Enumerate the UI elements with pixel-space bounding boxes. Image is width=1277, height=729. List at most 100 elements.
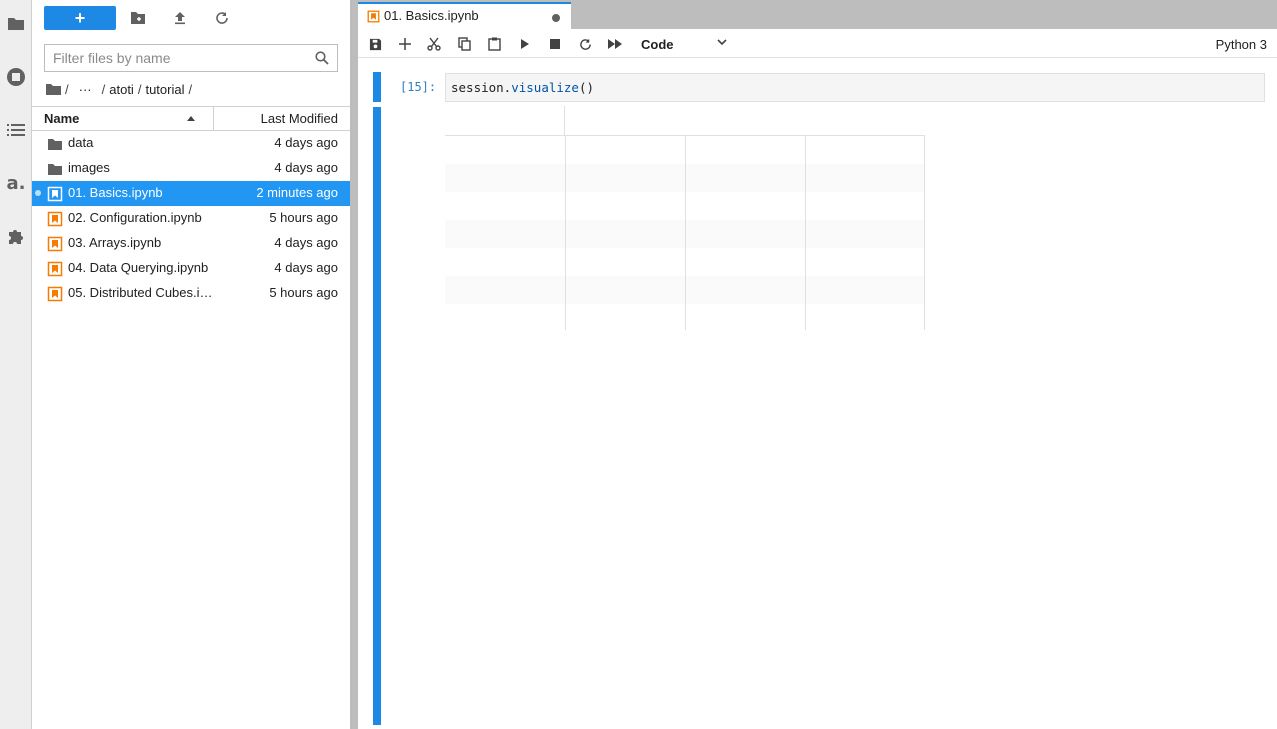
filter-files-field[interactable]: [44, 44, 338, 72]
breadcrumb-separator: /: [101, 81, 106, 97]
input-prompt: [15]:: [400, 80, 437, 94]
running-indicator-icon: [35, 190, 41, 196]
file-name: data: [68, 135, 94, 150]
code-function: visualize: [511, 80, 579, 95]
extension-puzzle-icon: [9, 230, 23, 244]
unsaved-changes-icon[interactable]: [552, 14, 560, 22]
code-args: (): [578, 80, 595, 95]
cut-button[interactable]: [424, 34, 444, 54]
breadcrumb-tutorial[interactable]: tutorial: [145, 82, 184, 97]
file-name: 04. Data Querying.ipynb: [68, 260, 209, 275]
running-sessions-tab[interactable]: [0, 61, 32, 93]
file-browser-panel: + / ··· / atoti / tutorial /: [32, 0, 350, 729]
code-cell-input[interactable]: session.visualize(): [445, 73, 1265, 102]
cell-type-value: Code: [641, 36, 674, 52]
filter-files-input[interactable]: [53, 50, 313, 66]
save-button[interactable]: [365, 34, 385, 54]
file-modified: 4 days ago: [274, 235, 338, 250]
file-list-header: Name Last Modified: [32, 106, 350, 131]
restart-kernel-button[interactable]: [575, 34, 595, 54]
file-name: 05. Distributed Cubes.i…: [68, 285, 213, 300]
copy-button[interactable]: [454, 34, 474, 54]
file-name: 01. Basics.ipynb: [68, 185, 163, 200]
kernel-name[interactable]: Python 3: [1216, 37, 1267, 52]
refresh-icon: [216, 12, 228, 24]
copy-icon: [457, 37, 471, 51]
new-folder-icon: [131, 12, 145, 24]
widget-column-divider: [805, 136, 806, 330]
insert-cell-button[interactable]: [395, 34, 415, 54]
file-modified: 5 hours ago: [269, 210, 338, 225]
scissors-icon: [427, 37, 441, 51]
file-modified: 4 days ago: [274, 135, 338, 150]
widget-column-divider: [685, 136, 686, 330]
notebook-toolbar: Code Python 3: [358, 29, 1277, 58]
visualization-widget[interactable]: [445, 106, 925, 330]
atoti-tab[interactable]: a.: [0, 167, 32, 199]
folder-icon: [8, 18, 24, 30]
file-modified: 2 minutes ago: [256, 185, 338, 200]
file-browser-toolbar: +: [32, 0, 350, 38]
sort-ascending-icon: [187, 116, 195, 121]
file-row-05-distributed-cubes[interactable]: 05. Distributed Cubes.i… 5 hours ago: [32, 281, 350, 306]
file-row-03-arrays[interactable]: 03. Arrays.ipynb 4 days ago: [32, 231, 350, 256]
file-row-01-basics[interactable]: 01. Basics.ipynb 2 minutes ago: [32, 181, 350, 206]
column-divider: [213, 107, 214, 130]
atoti-logo-icon: a.: [6, 172, 26, 194]
paste-button[interactable]: [484, 34, 504, 54]
file-name: images: [68, 160, 110, 175]
refresh-button[interactable]: [212, 8, 232, 28]
search-icon: [315, 51, 329, 65]
main-dock-area: 01. Basics.ipynb Code Python 3 [15]: ses…: [358, 0, 1277, 729]
breadcrumb-ellipsis[interactable]: ···: [79, 82, 92, 97]
tab-01-basics[interactable]: 01. Basics.ipynb: [358, 2, 571, 29]
paste-icon: [487, 37, 501, 51]
notebook-icon: [47, 286, 63, 302]
interrupt-kernel-button[interactable]: [545, 34, 565, 54]
widget-header-cell: [445, 106, 565, 136]
new-launcher-button[interactable]: +: [44, 6, 116, 30]
output-collapser[interactable]: [373, 107, 381, 725]
file-row-images[interactable]: images 4 days ago: [32, 156, 350, 181]
tab-label: 01. Basics.ipynb: [384, 8, 479, 23]
running-sessions-icon: [7, 68, 25, 86]
cell-type-select[interactable]: Code: [641, 33, 731, 55]
table-of-contents-icon: [7, 124, 25, 136]
run-cell-button[interactable]: [515, 34, 535, 54]
input-collapser[interactable]: [373, 72, 381, 102]
upload-icon: [175, 12, 185, 25]
activity-bar: a.: [0, 0, 32, 729]
file-row-04-data-querying[interactable]: 04. Data Querying.ipynb 4 days ago: [32, 256, 350, 281]
extension-manager-tab[interactable]: [0, 220, 32, 252]
breadcrumb-atoti[interactable]: atoti: [109, 82, 134, 97]
widget-column-divider: [565, 136, 566, 330]
save-icon: [369, 38, 381, 50]
folder-icon: [48, 164, 62, 175]
play-icon: [521, 39, 529, 49]
file-row-02-configuration[interactable]: 02. Configuration.ipynb 5 hours ago: [32, 206, 350, 231]
last-modified-column-header[interactable]: Last Modified: [261, 111, 338, 126]
notebook-icon: [47, 236, 63, 252]
home-folder-icon[interactable]: [46, 83, 61, 95]
file-list: data 4 days ago images 4 days ago 01. Ba…: [32, 131, 350, 306]
panel-splitter[interactable]: [350, 0, 358, 729]
file-modified: 4 days ago: [274, 160, 338, 175]
restart-run-all-button[interactable]: [605, 34, 625, 54]
file-name: 03. Arrays.ipynb: [68, 235, 162, 250]
table-of-contents-tab[interactable]: [0, 114, 32, 146]
name-column-header[interactable]: Name: [44, 111, 79, 126]
chevron-down-icon: [717, 39, 727, 46]
upload-button[interactable]: [170, 8, 190, 28]
breadcrumb-separator: /: [188, 81, 193, 97]
widget-column-divider: [924, 136, 925, 330]
notebook-icon: [47, 186, 63, 202]
new-folder-button[interactable]: [128, 8, 148, 28]
notebook-icon: [47, 261, 63, 277]
stop-icon: [550, 39, 560, 49]
file-browser-tab[interactable]: [0, 8, 32, 40]
plus-icon: +: [74, 8, 86, 28]
tab-bar: 01. Basics.ipynb: [358, 0, 1277, 29]
file-row-data[interactable]: data 4 days ago: [32, 131, 350, 156]
breadcrumb-separator: /: [65, 81, 69, 97]
breadcrumb: / ··· / atoti / tutorial /: [46, 80, 196, 98]
